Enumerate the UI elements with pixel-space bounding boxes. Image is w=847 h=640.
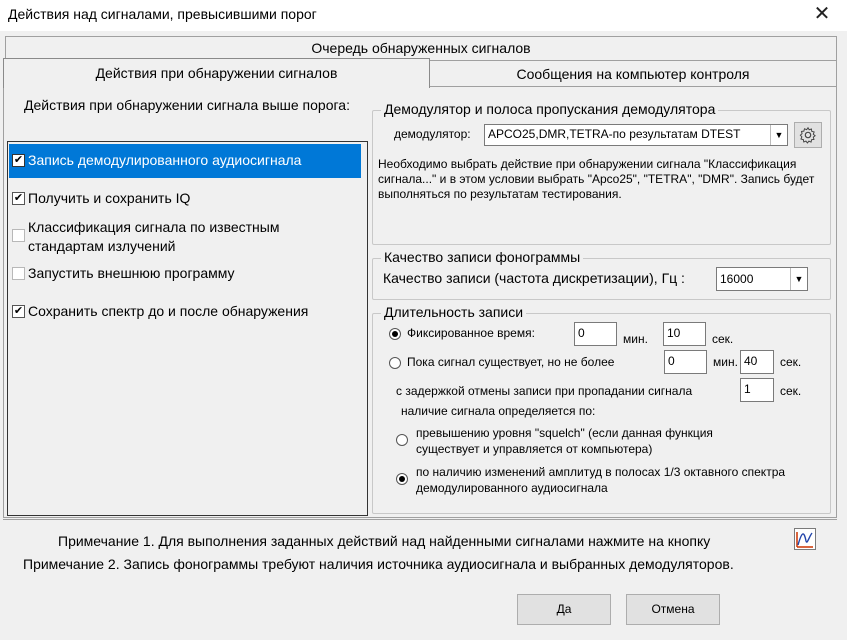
tab-detection-actions[interactable]: Действия при обнаружении сигналов — [3, 58, 430, 88]
duration-legend: Длительность записи — [381, 304, 527, 320]
while-sec-unit: сек. — [780, 355, 802, 369]
radio-squelch[interactable] — [396, 434, 408, 446]
tab-signal-queue[interactable]: Очередь обнаруженных сигналов — [5, 36, 837, 60]
quality-select[interactable]: 16000 ▼ — [716, 267, 808, 291]
demod-label: демодулятор: — [394, 127, 471, 141]
action-label: Классификация сигнала по известным станд… — [28, 219, 280, 254]
checkbox-classify[interactable] — [12, 229, 25, 242]
radio-while-exists[interactable] — [389, 357, 401, 369]
demod-settings-button[interactable] — [794, 122, 822, 148]
window-title: Действия над сигналами, превысившими пор… — [8, 6, 317, 22]
fixed-time-label: Фиксированное время: — [407, 326, 535, 340]
chart-action-icon — [796, 532, 813, 548]
fixed-min-unit: мин. — [623, 332, 648, 346]
squelch-label: превышению уровня "squelch" (если данная… — [416, 426, 713, 456]
action-run-program[interactable]: Запустить внешнюю программу — [12, 265, 235, 281]
delay-label: с задержкой отмены записи при пропадании… — [396, 384, 693, 398]
action-icon-button[interactable] — [794, 528, 816, 550]
delay-sec-unit: сек. — [780, 384, 802, 398]
action-record-audio[interactable]: ✔ Запись демодулированного аудиосигнала — [9, 144, 361, 178]
quality-value: 16000 — [720, 272, 754, 286]
action-classify[interactable]: Классификация сигнала по известным станд… — [12, 218, 342, 256]
note-2: Примечание 2. Запись фонограммы требуют … — [23, 556, 734, 572]
action-label: Запустить внешнюю программу — [28, 265, 235, 281]
chevron-down-icon[interactable]: ▼ — [790, 268, 807, 290]
action-save-spectrum[interactable]: ✔ Сохранить спектр до и после обнаружени… — [12, 303, 308, 319]
action-list: ✔ Запись демодулированного аудиосигнала … — [7, 141, 368, 516]
tab-control-messages[interactable]: Сообщения на компьютер контроля — [429, 60, 837, 86]
close-icon[interactable]: ✕ — [809, 2, 835, 26]
demod-note: Необходимо выбрать действие при обнаруже… — [378, 157, 815, 201]
delay-sec-input[interactable]: 1 — [740, 378, 774, 402]
fixed-sec-unit: сек. — [712, 332, 734, 346]
actions-header: Действия при обнаружении сигнала выше по… — [24, 97, 350, 113]
fixed-sec-input[interactable]: 10 — [663, 322, 706, 346]
gear-icon — [799, 126, 816, 144]
radio-fixed-time[interactable] — [389, 328, 401, 340]
fixed-min-input[interactable]: 0 — [574, 322, 617, 346]
while-exists-label: Пока сигнал существует, но не более — [407, 355, 615, 369]
quality-legend: Качество записи фонограммы — [381, 249, 584, 265]
note-1: Примечание 1. Для выполнения заданных де… — [58, 533, 711, 549]
while-sec-input[interactable]: 40 — [740, 350, 774, 374]
checkbox-record-audio[interactable]: ✔ — [12, 154, 25, 167]
bottom-separator — [3, 519, 837, 521]
action-label: Получить и сохранить IQ — [28, 190, 191, 206]
ok-button[interactable]: Да — [517, 594, 611, 625]
action-save-iq[interactable]: ✔ Получить и сохранить IQ — [12, 190, 190, 206]
quality-label: Качество записи (частота дискретизации),… — [383, 270, 685, 286]
checkbox-save-spectrum[interactable]: ✔ — [12, 305, 25, 318]
checkbox-run-program[interactable] — [12, 267, 25, 280]
chevron-down-icon[interactable]: ▼ — [770, 125, 787, 145]
action-label: Сохранить спектр до и после обнаружения — [28, 303, 309, 319]
while-min-unit: мин. — [713, 355, 738, 369]
while-min-input[interactable]: 0 — [664, 350, 707, 374]
radio-amplitude[interactable] — [396, 473, 408, 485]
cancel-button[interactable]: Отмена — [626, 594, 720, 625]
presence-label: наличие сигнала определяется по: — [401, 404, 596, 418]
demod-legend: Демодулятор и полоса пропускания демодул… — [381, 101, 719, 117]
amplitude-label: по наличию изменений амплитуд в полосах … — [416, 465, 786, 495]
demod-value: APCO25,DMR,TETRA-по результатам DTEST — [488, 127, 741, 141]
checkbox-save-iq[interactable]: ✔ — [12, 192, 25, 205]
action-label: Запись демодулированного аудиосигнала — [28, 152, 302, 168]
demod-select[interactable]: APCO25,DMR,TETRA-по результатам DTEST ▼ — [484, 124, 788, 146]
